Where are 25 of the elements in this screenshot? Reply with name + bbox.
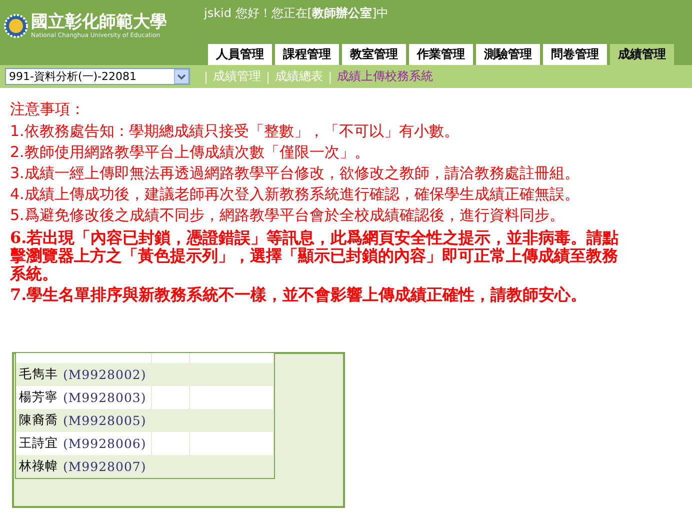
notice-item: 6.若出現「內容已封鎖，憑證錯誤」等訊息，此爲網頁安全性之提示，並非病毒。請點擊瀏覽器上方之「黃色提示列」，選擇「顯示已封鎖的內容」即可正常上傳成績至教務系統。 (10, 229, 620, 283)
greeting-text: jskid 您好！您正在[教師辦公室]中 (204, 5, 389, 22)
student-cell: 王詩宜 (M9928006) (16, 432, 152, 455)
logo-title: 國立彰化師範大學 (31, 12, 167, 32)
link-separator: | (204, 70, 208, 84)
notice-title: 注意事項： (10, 100, 86, 119)
course-select[interactable]: 991-資料分析(一)-22081 (5, 68, 190, 85)
notice-item: 1.依教務處告知 : 學期總成績只接受「整數」，「不可以」有小數。 (10, 121, 460, 142)
gear-emblem-icon (4, 14, 28, 38)
notice-item: 7.學生名單排序與新教務系統不一樣，並不會影響上傳成績正確性，請教師安心。 (10, 286, 588, 304)
nav-tab[interactable]: 問卷管理 (543, 44, 607, 65)
student-cell: 楊芳寧 (M9928003) (16, 386, 152, 409)
nav-tab[interactable]: 成績管理 (610, 44, 674, 65)
link-separator: | (266, 70, 270, 84)
notice-item: 2.教師使用網路教學平台上傳成績次數「僅限一次」。 (10, 142, 370, 163)
link-separator: | (328, 70, 332, 84)
nav-tab[interactable]: 課程管理 (275, 44, 339, 65)
sub-link[interactable]: 成績上傳校務系統 (337, 68, 434, 85)
notice-item: 5.爲避免修改後之成績不同步，網路教學平台會於全校成績確認後，進行資料同步。 (10, 205, 566, 226)
nav-tab[interactable]: 測驗管理 (476, 44, 540, 65)
nav-tab[interactable]: 人員管理 (208, 44, 272, 65)
notice-item: 3.成績一經上傳即無法再透過網路教學平台修改，欲修改之教師，請洽教務處註冊組。 (10, 163, 580, 184)
nav-tab[interactable]: 作業管理 (409, 44, 473, 65)
nav-tab[interactable]: 教室管理 (342, 44, 406, 65)
notice-item: 4.成績上傳成功後，建議老師再次登入新教務系統進行確認，確保學生成績正確無誤。 (10, 184, 580, 205)
